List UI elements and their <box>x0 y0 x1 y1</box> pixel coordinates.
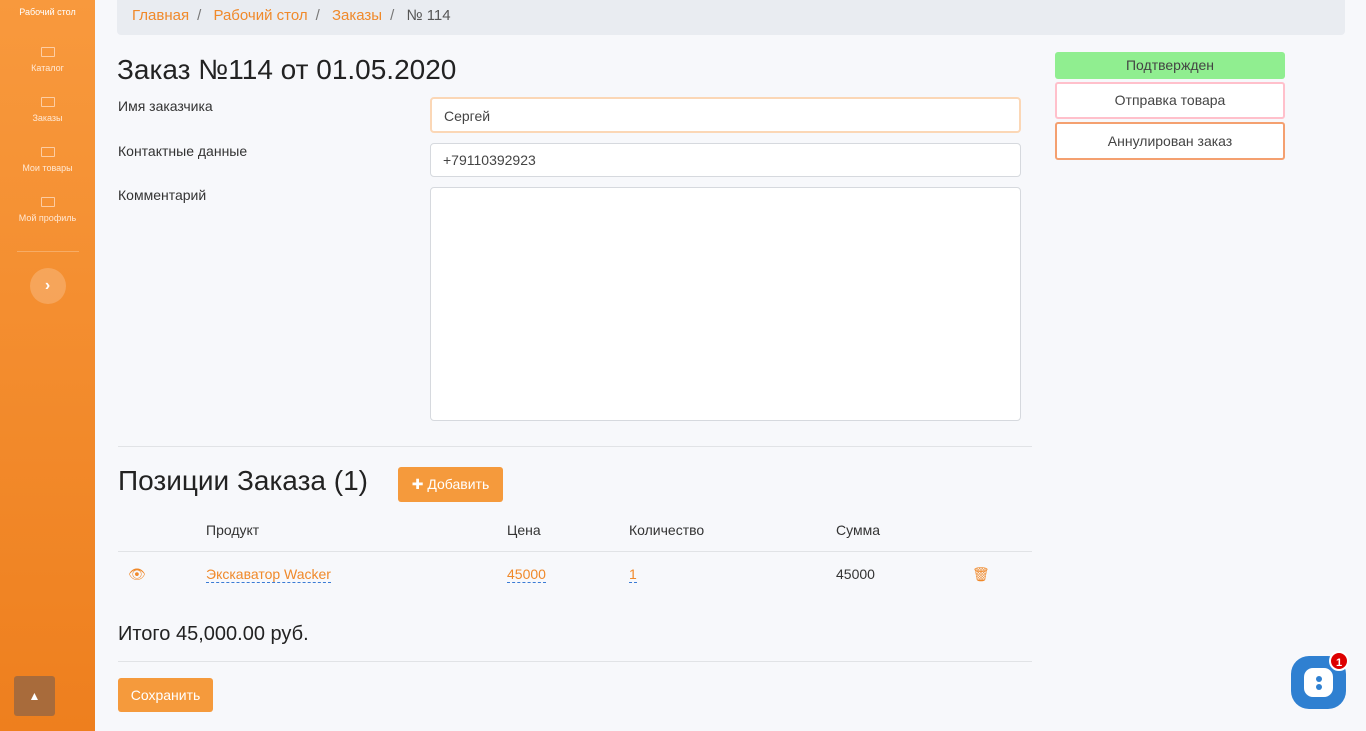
sidebar: Рабочий стол Каталог Заказы Мои товары М… <box>0 0 95 731</box>
divider <box>118 661 1032 662</box>
sidebar-item-products[interactable]: Мои товары <box>0 147 95 173</box>
save-button[interactable]: Сохранить <box>118 678 213 712</box>
contact-input[interactable]: +79110392923 <box>430 143 1021 177</box>
sidebar-item-desktop[interactable]: Рабочий стол <box>0 0 95 17</box>
breadcrumb-desktop[interactable]: Рабочий стол <box>213 7 307 24</box>
breadcrumb-home[interactable]: Главная <box>132 7 189 24</box>
add-position-button[interactable]: ✚ Добавить <box>398 467 503 502</box>
plus-icon: ✚ <box>411 476 428 492</box>
chat-badge: 1 <box>1329 651 1349 671</box>
orders-icon <box>40 97 55 107</box>
name-label: Имя заказчика <box>118 98 213 114</box>
sidebar-item-profile[interactable]: Мой профиль <box>0 197 95 223</box>
comment-textarea[interactable] <box>430 187 1021 421</box>
sidebar-item-label: Мои товары <box>22 163 73 173</box>
comment-label: Комментарий <box>118 187 207 203</box>
scroll-top-button[interactable]: ▲ <box>14 676 55 716</box>
header-quantity: Количество <box>629 522 705 538</box>
quantity-edit[interactable]: 1 <box>629 566 637 583</box>
product-link[interactable]: Экскаватор Wacker <box>206 566 331 583</box>
sidebar-item-label: Каталог <box>31 63 64 73</box>
header-price: Цена <box>507 522 541 538</box>
header-product: Продукт <box>206 522 260 538</box>
customer-name-input[interactable]: Сергей <box>430 97 1021 133</box>
add-label: Добавить <box>427 476 490 492</box>
order-total: Итого 45,000.00 руб. <box>118 623 309 645</box>
chat-icon <box>1304 668 1333 697</box>
list-icon <box>40 47 55 57</box>
sidebar-toggle-button[interactable]: › <box>29 268 66 304</box>
status-cancelled-button[interactable]: Аннулирован заказ <box>1055 122 1285 160</box>
status-confirmed-button[interactable]: Подтвержден <box>1055 52 1285 79</box>
breadcrumb-orders[interactable]: Заказы <box>332 7 382 24</box>
sidebar-item-orders[interactable]: Заказы <box>0 97 95 123</box>
breadcrumb: Главная / Рабочий стол / Заказы / № 114 <box>117 0 1345 35</box>
trash-icon[interactable]: 🗑 <box>972 566 990 583</box>
sidebar-item-label: Заказы <box>32 113 63 123</box>
page-title: Заказ №114 от 01.05.2020 <box>117 54 457 85</box>
header-sum: Сумма <box>836 522 880 538</box>
id-card-icon <box>40 197 55 207</box>
price-edit[interactable]: 45000 <box>507 566 546 583</box>
sidebar-item-label: Мой профиль <box>18 213 77 223</box>
row-sum: 45000 <box>836 566 875 582</box>
sidebar-item-catalog[interactable]: Каталог <box>0 47 95 73</box>
boxes-icon <box>40 147 55 157</box>
breadcrumb-current: № 114 <box>406 7 451 24</box>
status-shipping-button[interactable]: Отправка товара <box>1055 82 1285 119</box>
divider <box>118 446 1032 447</box>
eye-icon[interactable]: 👁 <box>128 566 146 583</box>
sidebar-divider <box>16 251 79 252</box>
positions-title: Позиции Заказа (1) <box>118 465 368 496</box>
contact-label: Контактные данные <box>118 143 248 159</box>
table-divider <box>118 551 1032 552</box>
